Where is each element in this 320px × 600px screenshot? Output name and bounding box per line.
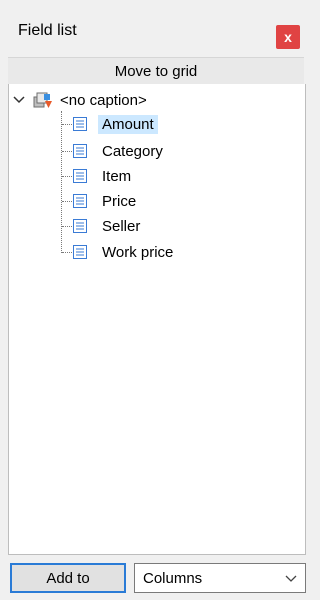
tree-connector (62, 201, 72, 202)
tree-item-seller[interactable]: Seller (72, 215, 144, 237)
panel-header: Field list (0, 8, 308, 54)
chevron-down-icon[interactable] (12, 93, 26, 107)
cube-icon (33, 92, 52, 108)
area-select[interactable]: Columns (134, 563, 306, 593)
tree-connector (61, 111, 62, 253)
top-strip (0, 0, 308, 8)
close-button[interactable]: x (276, 25, 300, 49)
tree-item-label: Seller (102, 217, 141, 235)
tree-item-label: Amount (98, 114, 158, 134)
tree-item-label: Price (102, 192, 137, 210)
tree-item-amount[interactable]: Amount (72, 113, 158, 135)
tree-item-label: Item (102, 167, 132, 185)
tree-item-label: Work price (102, 243, 174, 261)
tree-connector (62, 226, 72, 227)
tree-item-category[interactable]: Category (72, 140, 167, 162)
tree-connector (62, 124, 72, 125)
chevron-down-icon (285, 575, 297, 582)
tree-item-price[interactable]: Price (72, 190, 140, 212)
document-icon (73, 194, 87, 208)
move-to-grid-label: Move to grid (114, 63, 198, 80)
document-icon (73, 169, 87, 183)
document-icon (73, 117, 87, 131)
tree-connector (62, 151, 72, 152)
tree-connector (62, 252, 72, 253)
document-icon (73, 219, 87, 233)
tree-connector (62, 176, 72, 177)
move-to-grid-bar[interactable]: Move to grid (8, 57, 304, 86)
add-to-label: Add to (46, 569, 90, 587)
tree-item-item[interactable]: Item (72, 165, 135, 187)
panel-title: Field list (18, 22, 77, 39)
close-icon: x (284, 29, 292, 45)
document-icon (73, 245, 87, 259)
tree-item-label: Category (102, 142, 163, 160)
tree-item-work-price[interactable]: Work price (72, 241, 177, 263)
tree-root[interactable]: <no caption> (12, 89, 147, 111)
tree-root-label: <no caption> (60, 91, 147, 109)
document-icon (73, 144, 87, 158)
add-to-button[interactable]: Add to (10, 563, 126, 593)
area-select-value: Columns (143, 569, 203, 587)
